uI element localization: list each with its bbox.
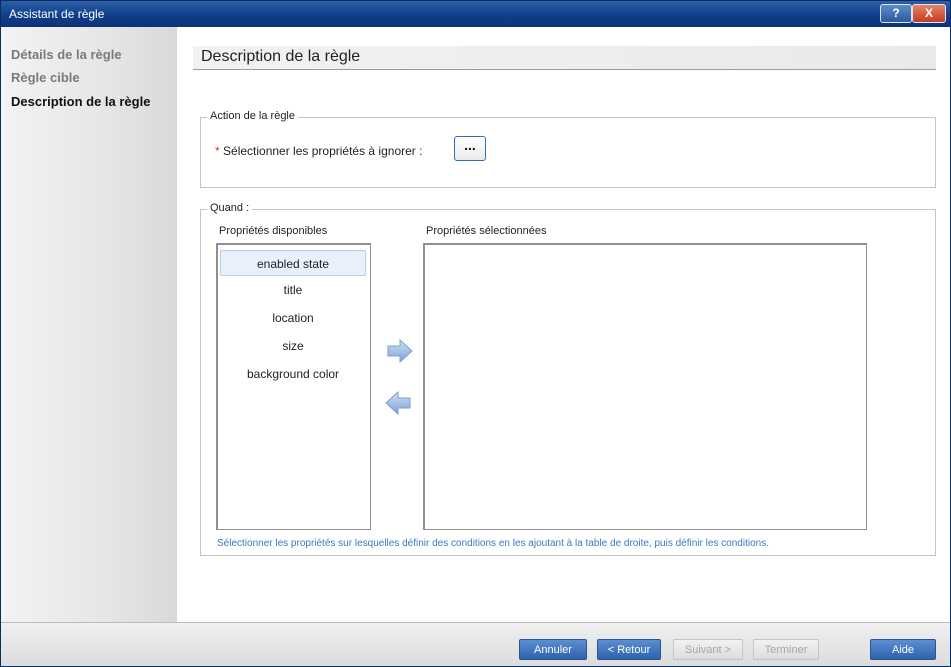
rule-action-group: Action de la règle * Sélectionner les pr… (200, 110, 936, 188)
arrow-left-icon[interactable] (385, 391, 411, 415)
ignore-properties-label: Sélectionner les propriétés à ignorer : (223, 144, 423, 158)
available-properties-list[interactable]: enabled state title location size backgr… (216, 243, 371, 530)
sidebar-item-target-rule[interactable]: Règle cible (11, 70, 80, 85)
list-item[interactable]: location (220, 305, 366, 331)
list-item[interactable]: enabled state (220, 250, 366, 276)
when-legend: Quand : (207, 202, 253, 214)
list-item[interactable]: title (220, 277, 366, 303)
list-item[interactable]: background color (220, 361, 366, 387)
rule-wizard-window: Assistant de règle ? X Détails de la règ… (0, 0, 951, 667)
next-button[interactable]: Suivant > (673, 639, 743, 660)
ignore-properties-field: * Sélectionner les propriétés à ignorer … (215, 144, 422, 158)
sidebar-item-description[interactable]: Description de la règle (11, 94, 150, 109)
selected-properties-list[interactable] (423, 243, 867, 530)
finish-button[interactable]: Terminer (753, 639, 819, 660)
wizard-steps-sidebar: Détails de la règle Règle cible Descript… (1, 27, 177, 622)
help-button[interactable]: Aide (870, 639, 936, 660)
rule-action-legend: Action de la règle (207, 110, 298, 122)
browse-properties-button[interactable]: ... (454, 136, 486, 161)
available-properties-label: Propriétés disponibles (219, 225, 328, 237)
page-title-bar: Description de la règle (193, 46, 936, 70)
title-bar: Assistant de règle ? X (1, 1, 950, 27)
required-marker: * (215, 144, 220, 158)
help-title-button[interactable]: ? (880, 4, 912, 23)
arrow-right-icon[interactable] (387, 339, 413, 363)
cancel-button[interactable]: Annuler (519, 639, 587, 660)
sidebar-item-details[interactable]: Détails de la règle (11, 47, 122, 62)
wizard-footer: Annuler < Retour Suivant > Terminer Aide (1, 622, 950, 666)
close-title-button[interactable]: X (912, 4, 946, 23)
when-group: Quand : Propriétés disponibles Propriété… (200, 202, 936, 556)
list-item[interactable]: size (220, 333, 366, 359)
back-button[interactable]: < Retour (597, 639, 661, 660)
window-title: Assistant de règle (9, 7, 105, 21)
properties-hint: Sélectionner les propriétés sur lesquell… (217, 538, 769, 549)
page-title: Description de la règle (201, 48, 361, 65)
selected-properties-label: Propriétés sélectionnées (426, 225, 547, 237)
